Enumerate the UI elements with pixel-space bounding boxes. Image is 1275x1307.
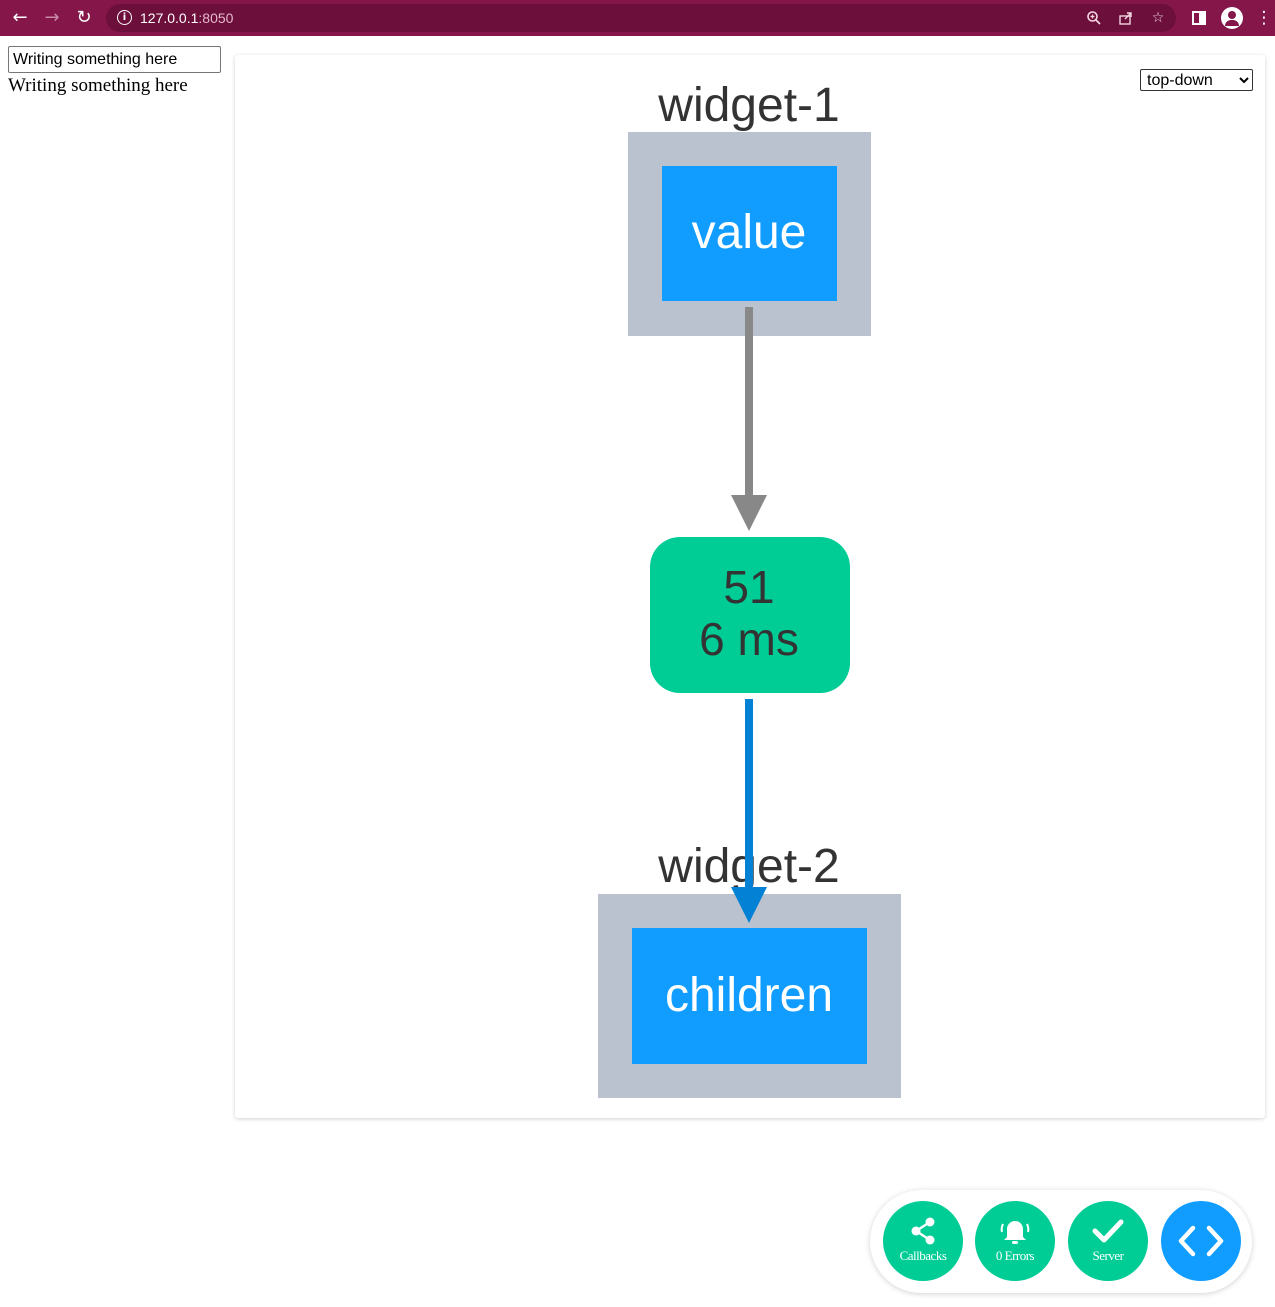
zoom-icon[interactable] xyxy=(1084,8,1104,28)
share-icon[interactable] xyxy=(1116,8,1136,28)
url-host: 127.0.0.1 xyxy=(140,10,199,26)
source-property-label: value xyxy=(692,206,807,259)
errors-button[interactable]: 0 Errors xyxy=(975,1201,1055,1281)
target-property-label: children xyxy=(665,969,833,1022)
bookmark-star-icon[interactable]: ☆ xyxy=(1148,8,1168,28)
callback-time: 6 ms xyxy=(699,613,799,665)
reload-icon[interactable]: ↻ xyxy=(72,6,96,30)
url-port: :8050 xyxy=(198,10,234,26)
server-label: Server xyxy=(1092,1248,1124,1263)
callback-graph-panel[interactable]: widget-1 value 51 6 ms widget-2 children… xyxy=(235,55,1265,1118)
more-menu-icon[interactable]: ⋮ xyxy=(1252,6,1275,30)
browser-toolbar: ← → ↻ i 127.0.0.1:8050 ☆ ⋮ xyxy=(0,0,1275,36)
callbacks-label: Callbacks xyxy=(899,1248,947,1263)
dev-tools-bar: Callbacks 0 Errors Server xyxy=(870,1190,1252,1293)
share-graph-icon xyxy=(883,1211,963,1251)
server-button[interactable]: Server xyxy=(1068,1201,1148,1281)
profile-icon[interactable] xyxy=(1221,7,1243,29)
site-info-icon[interactable]: i xyxy=(117,10,132,25)
callbacks-button[interactable]: Callbacks xyxy=(883,1201,963,1281)
source-component-label: widget-1 xyxy=(657,79,839,132)
side-panel-icon[interactable] xyxy=(1187,6,1211,30)
forward-arrow-icon[interactable]: → xyxy=(40,6,64,30)
url-text[interactable]: 127.0.0.1:8050 xyxy=(140,10,233,26)
errors-label: 0 Errors xyxy=(995,1248,1035,1263)
callback-count: 51 xyxy=(723,561,774,613)
output-text: Writing something here xyxy=(8,75,188,96)
layout-select[interactable]: top-down xyxy=(1140,69,1253,91)
address-bar[interactable]: i 127.0.0.1:8050 ☆ xyxy=(106,4,1176,32)
back-arrow-icon[interactable]: ← xyxy=(8,6,32,30)
checkmark-icon xyxy=(1068,1211,1148,1251)
input-edge-arrowhead xyxy=(731,495,767,531)
text-input[interactable] xyxy=(8,46,221,73)
code-brackets-icon xyxy=(1161,1221,1241,1261)
bell-icon xyxy=(975,1211,1055,1251)
callback-graph[interactable]: widget-1 value 51 6 ms widget-2 children xyxy=(235,55,1265,1118)
dev-tools-toggle-button[interactable] xyxy=(1161,1201,1241,1281)
